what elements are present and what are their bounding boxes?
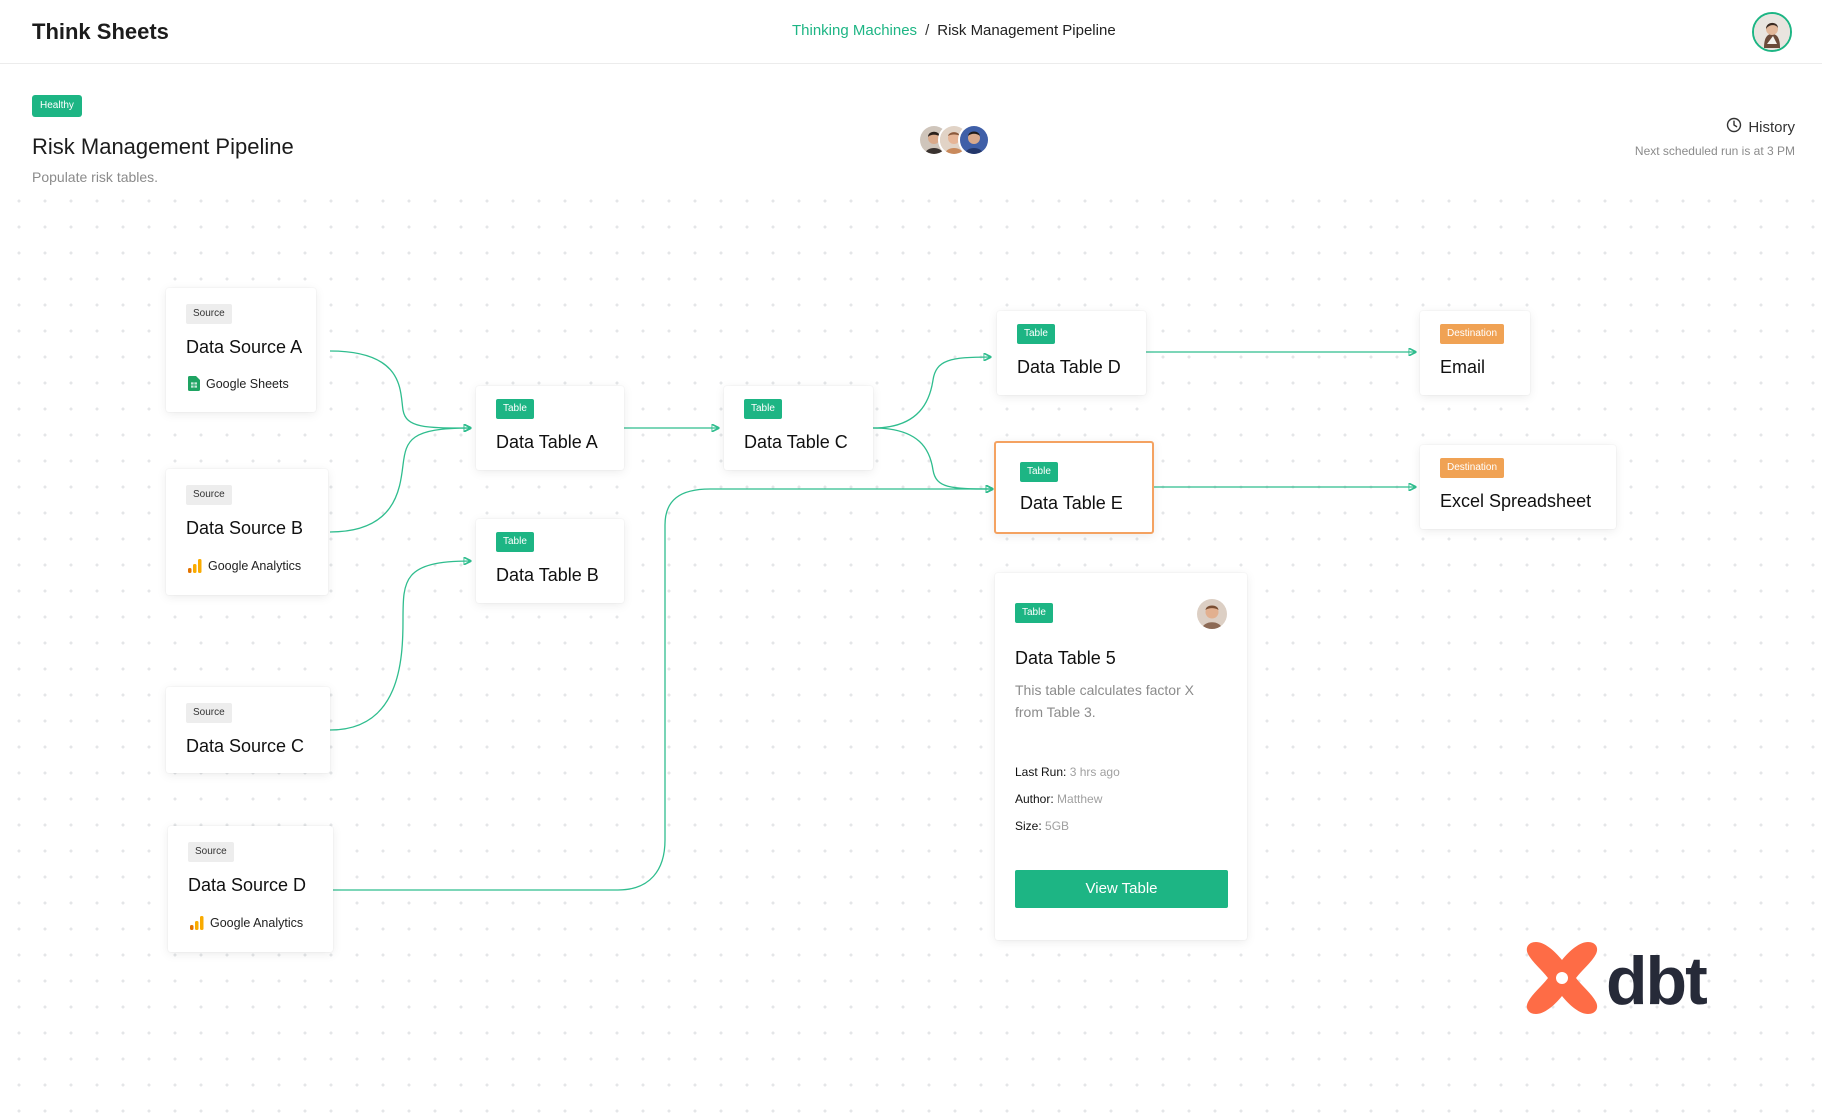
size-label: Size: bbox=[1015, 819, 1042, 833]
edge-source-b-table-a bbox=[329, 428, 470, 533]
node-integration: Google Analytics bbox=[190, 916, 303, 930]
node-title: Data Source A bbox=[186, 337, 303, 357]
node-data-source-a[interactable]: Source Data Source A Google Sheets bbox=[166, 288, 316, 412]
edge-source-d-table-e bbox=[333, 489, 992, 891]
node-tag: Table bbox=[496, 399, 534, 419]
dbt-logo-text: dbt bbox=[1606, 942, 1708, 1019]
last-run-row: Last Run: 3 hrs ago bbox=[1015, 765, 1120, 779]
pipeline-header bbox=[0, 64, 1822, 194]
node-data-source-d[interactable]: Source Data Source D Google Analytics bbox=[168, 826, 333, 952]
node-tag: Source bbox=[186, 485, 232, 505]
detail-card-data-table-5: Table Data Table 5 This table calculates… bbox=[995, 573, 1247, 940]
breadcrumb-org-link[interactable]: Thinking Machines bbox=[792, 22, 917, 39]
status-badge: Healthy bbox=[32, 95, 82, 117]
last-run-value: 3 hrs ago bbox=[1069, 765, 1120, 779]
google-sheets-icon bbox=[188, 376, 200, 391]
last-run-label: Last Run: bbox=[1015, 765, 1067, 779]
node-destination-excel[interactable]: Destination Excel Spreadsheet bbox=[1420, 445, 1616, 529]
top-bar: Think Sheets Thinking Machines / Risk Mana… bbox=[0, 0, 1822, 64]
breadcrumb-current-page: Risk Management Pipeline bbox=[937, 22, 1116, 39]
node-tag: Table bbox=[1017, 324, 1055, 344]
google-analytics-icon bbox=[188, 559, 202, 573]
node-tag: Source bbox=[188, 842, 234, 862]
breadcrumb-separator: / bbox=[925, 22, 930, 39]
node-destination-email[interactable]: Destination Email bbox=[1420, 311, 1530, 395]
node-tag: Destination bbox=[1440, 458, 1505, 478]
detail-tag: Table bbox=[1015, 603, 1053, 623]
node-tag: Table bbox=[744, 399, 782, 419]
node-title: Data Source D bbox=[188, 875, 307, 895]
integration-label: Google Analytics bbox=[208, 559, 302, 573]
page-subtitle: Populate risk tables. bbox=[32, 169, 159, 185]
edge-table-c-table-d bbox=[872, 357, 990, 429]
author-label: Author: bbox=[1015, 792, 1054, 806]
author-row: Author: Matthew bbox=[1015, 792, 1102, 806]
node-tag: Table bbox=[1020, 462, 1058, 482]
node-tag: Source bbox=[186, 304, 232, 324]
node-title: Data Table A bbox=[496, 432, 598, 452]
integration-label: Google Sheets bbox=[206, 376, 289, 391]
app-title[interactable]: Think Sheets bbox=[32, 19, 169, 45]
integration-label: Google Analytics bbox=[210, 916, 304, 930]
author-avatar[interactable] bbox=[1197, 599, 1227, 629]
node-title: Email bbox=[1440, 357, 1486, 377]
dbt-logo: dbt bbox=[1524, 940, 1708, 1021]
node-data-table-c[interactable]: Table Data Table C bbox=[724, 386, 873, 470]
node-data-table-e[interactable]: Table Data Table E bbox=[994, 441, 1154, 534]
edge-source-c-table-b bbox=[329, 561, 470, 731]
detail-title: Data Table 5 bbox=[1015, 648, 1116, 668]
node-data-table-d[interactable]: Table Data Table D bbox=[997, 311, 1146, 395]
edge-source-a-table-a bbox=[329, 350, 470, 428]
node-integration: Google Analytics bbox=[188, 559, 301, 573]
node-integration: Google Sheets bbox=[188, 376, 289, 391]
node-title: Data Table E bbox=[1020, 493, 1123, 513]
size-value: 5GB bbox=[1045, 819, 1070, 833]
node-title: Data Source B bbox=[186, 518, 304, 538]
user-avatar[interactable] bbox=[1752, 12, 1792, 52]
detail-description: This table calculates factor X from Tabl… bbox=[1015, 682, 1194, 720]
node-title: Data Source C bbox=[186, 736, 305, 756]
node-title: Data Table D bbox=[1017, 357, 1121, 377]
breadcrumb: Thinking Machines / Risk Management Pipeli… bbox=[792, 22, 1116, 39]
size-row: Size: 5GB bbox=[1015, 819, 1069, 833]
node-data-source-b[interactable]: Source Data Source B Google Analytics bbox=[166, 469, 328, 595]
next-run-text: Next scheduled run is at 3 PM bbox=[1634, 144, 1795, 158]
history-button[interactable]: History bbox=[1726, 117, 1795, 137]
clock-icon bbox=[1726, 117, 1742, 137]
author-value: Matthew bbox=[1057, 792, 1103, 806]
page-title: Risk Management Pipeline bbox=[32, 134, 294, 159]
node-tag: Table bbox=[496, 532, 534, 552]
node-title: Data Table B bbox=[496, 565, 599, 585]
node-title: Data Table C bbox=[744, 432, 848, 452]
node-title: Excel Spreadsheet bbox=[1440, 491, 1592, 511]
node-data-source-c[interactable]: Source Data Source C bbox=[166, 687, 330, 773]
node-tag: Source bbox=[186, 703, 232, 723]
google-analytics-icon bbox=[190, 916, 204, 930]
edge-table-c-table-e bbox=[872, 427, 992, 489]
node-data-table-a[interactable]: Table Data Table A bbox=[476, 386, 624, 470]
collaborator-avatars[interactable] bbox=[918, 124, 992, 156]
collaborator-avatar[interactable] bbox=[958, 124, 990, 156]
node-tag: Destination bbox=[1440, 324, 1505, 344]
history-label: History bbox=[1748, 118, 1795, 136]
view-table-button[interactable]: View Table bbox=[1015, 870, 1228, 908]
node-data-table-b[interactable]: Table Data Table B bbox=[476, 519, 624, 603]
dbt-logo-mark-icon bbox=[1524, 940, 1600, 1021]
